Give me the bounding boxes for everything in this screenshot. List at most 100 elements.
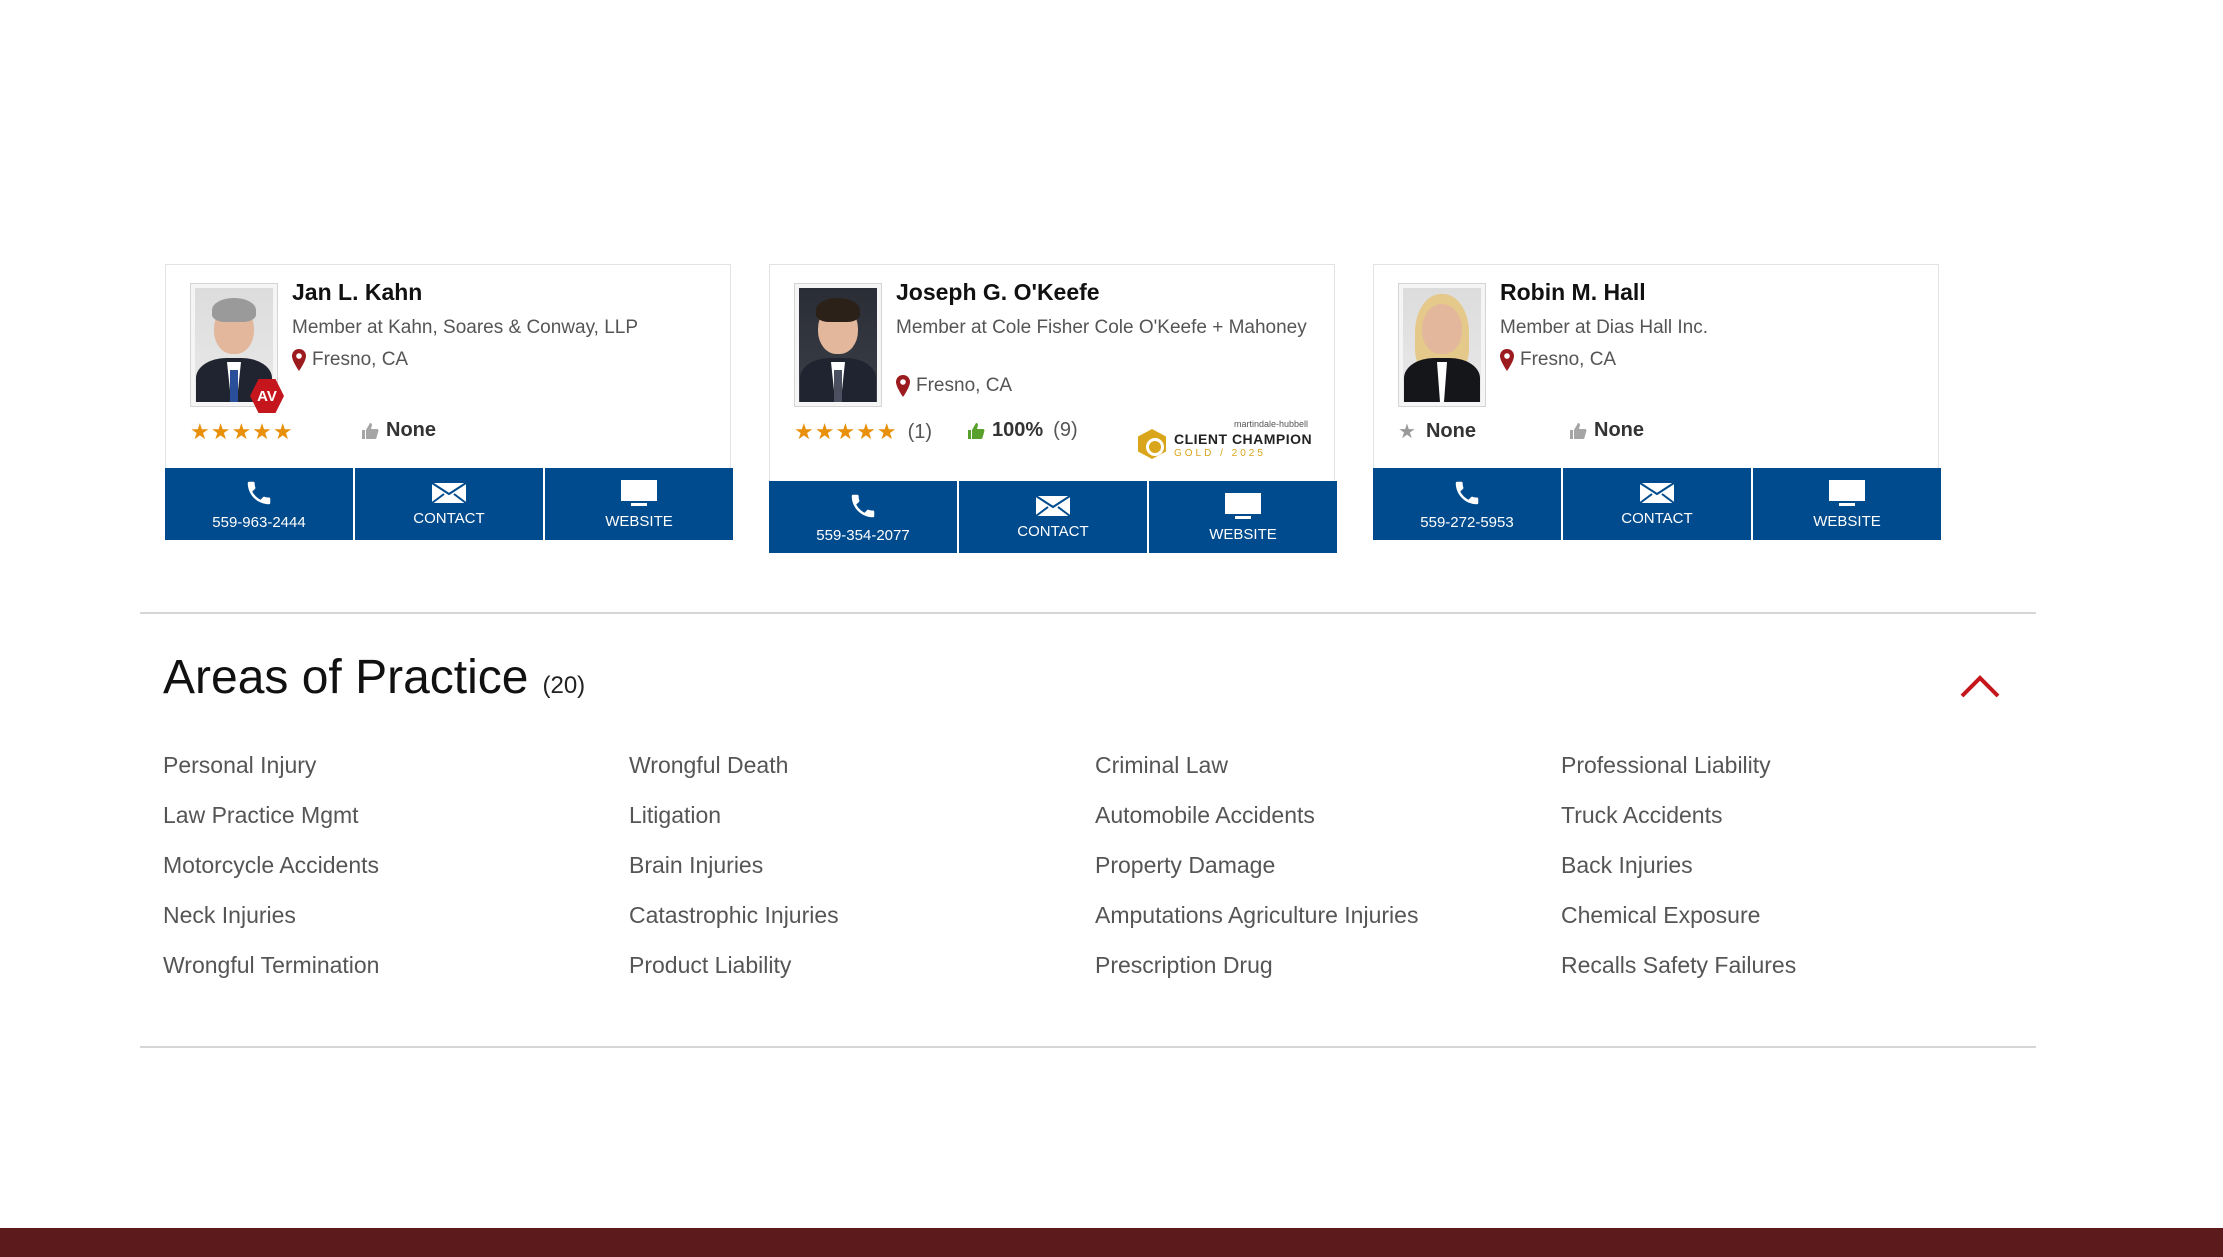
contact-button[interactable]: CONTACT — [1563, 468, 1753, 540]
peer-review[interactable]: 100% (9) — [966, 419, 1078, 442]
practice-area-item: Back Injuries — [1561, 852, 1693, 878]
contact-label: CONTACT — [413, 509, 485, 527]
location-text: Fresno, CA — [312, 349, 409, 370]
client-rating-value[interactable]: None — [1426, 420, 1476, 443]
practice-area-item: Property Damage — [1095, 852, 1276, 878]
lawyer-location: Fresno, CA — [292, 349, 408, 371]
contact-label: CONTACT — [1017, 522, 1089, 540]
practice-area-item: Motorcycle Accidents — [163, 852, 380, 878]
location-text: Fresno, CA — [1520, 349, 1617, 370]
lawyer-location: Fresno, CA — [896, 375, 1012, 397]
contact-button[interactable]: CONTACT — [959, 481, 1149, 553]
section-divider — [140, 1046, 2036, 1048]
location-text: Fresno, CA — [916, 375, 1013, 396]
practice-area-item: Prescription Drug — [1095, 952, 1273, 978]
practice-area-item: Brain Injuries — [629, 852, 764, 878]
lawyer-position: Member at Cole Fisher Cole O'Keefe + Mah… — [896, 317, 1307, 338]
website-button[interactable]: WEBSITE — [1149, 481, 1337, 553]
practice-area-item: Catastrophic Injuries — [629, 902, 839, 928]
practice-area-item: Professional Liability — [1561, 752, 1771, 778]
card-actions: 559-272-5953 CONTACT WEBSITE — [1373, 468, 1941, 540]
lawyer-location: Fresno, CA — [1500, 349, 1616, 371]
section-divider — [140, 612, 2036, 614]
envelope-icon — [1035, 494, 1071, 517]
lawyer-position: Member at Kahn, Soares & Conway, LLP — [292, 317, 639, 338]
practice-area-item: Litigation — [629, 802, 722, 828]
practice-area-item: Wrongful Termination — [163, 952, 380, 978]
peer-review[interactable]: None — [1568, 419, 1644, 442]
lawyer-photo[interactable] — [794, 283, 882, 407]
rating-row: ★ None None — [1398, 419, 1644, 444]
page: AV Jan L. Kahn Member at Kahn, Soares & … — [0, 0, 2223, 1257]
practice-area-item: Truck Accidents — [1561, 802, 1723, 828]
peer-review-value: None — [1594, 419, 1644, 441]
phone-number: 559-963-2444 — [212, 513, 306, 531]
lawyer-name[interactable]: Jan L. Kahn — [292, 279, 422, 306]
practice-areas-count: (20) — [542, 672, 586, 699]
call-button[interactable]: 559-354-2077 — [769, 481, 959, 553]
thumbs-up-icon — [1570, 422, 1587, 439]
location-pin-icon — [896, 375, 910, 397]
review-count[interactable]: (1) — [908, 421, 932, 444]
practice-area-item: Recalls Safety Failures — [1561, 952, 1797, 978]
location-pin-icon — [292, 349, 306, 371]
lawyer-photo[interactable] — [1398, 283, 1486, 407]
lawyer-name[interactable]: Robin M. Hall — [1500, 279, 1646, 306]
peer-review-percent: 100% — [992, 419, 1044, 441]
practice-area-item: Criminal Law — [1095, 752, 1228, 778]
practice-area-item: Automobile Accidents — [1095, 802, 1315, 828]
monitor-icon — [1829, 479, 1865, 506]
practice-area-item: Personal Injury — [163, 752, 317, 778]
practice-area-item: Neck Injuries — [163, 902, 296, 928]
website-button[interactable]: WEBSITE — [1753, 468, 1941, 540]
website-label: WEBSITE — [1209, 525, 1277, 543]
award-brand: martindale-hubbell — [1234, 419, 1309, 429]
peer-review-value: None — [386, 419, 436, 441]
envelope-icon — [431, 481, 467, 504]
collapse-toggle[interactable] — [1958, 670, 2002, 702]
phone-icon — [247, 481, 271, 504]
footer-bar — [0, 1228, 2223, 1257]
contact-button[interactable]: CONTACT — [355, 468, 545, 540]
thumbs-up-icon — [362, 422, 379, 439]
phone-number: 559-354-2077 — [816, 526, 910, 544]
star-icon: ★ — [1398, 421, 1416, 443]
rating-row: ★★★★★ (1) 100% (9) — [794, 419, 1078, 445]
practice-areas-list: Personal Injury Wrongful Death Criminal La… — [163, 740, 2023, 990]
monitor-icon — [1225, 492, 1261, 519]
practice-area-item: Product Liability — [629, 952, 792, 978]
call-button[interactable]: 559-272-5953 — [1373, 468, 1563, 540]
practice-areas-header: Areas of Practice (20) — [163, 650, 585, 705]
envelope-icon — [1639, 481, 1675, 504]
peer-review-count: (9) — [1053, 419, 1078, 441]
practice-areas-title: Areas of Practice — [163, 651, 529, 704]
award-title: CLIENT CHAMPION — [1174, 431, 1313, 447]
award-logo-icon — [1138, 429, 1166, 459]
practice-area-item: Chemical Exposure — [1561, 902, 1761, 928]
chevron-up-icon — [1960, 675, 2000, 698]
phone-number: 559-272-5953 — [1420, 513, 1514, 531]
award-subtitle: GOLD / 2025 — [1174, 448, 1266, 459]
client-rating-stars[interactable]: ★★★★★ — [190, 419, 294, 445]
website-label: WEBSITE — [605, 512, 673, 530]
client-champion-award: martindale-hubbell CLIENT CHAMPION GOLD … — [1138, 419, 1318, 461]
phone-icon — [1455, 481, 1479, 504]
lawyer-card: Robin M. Hall Member at Dias Hall Inc. F… — [1373, 264, 1941, 540]
rating-row: ★★★★★ None — [190, 419, 436, 445]
lawyer-card: AV Jan L. Kahn Member at Kahn, Soares & … — [165, 264, 733, 540]
client-rating-stars[interactable]: ★★★★★ — [794, 419, 898, 445]
location-pin-icon — [1500, 349, 1514, 371]
card-actions: 559-963-2444 CONTACT WEBSITE — [165, 468, 733, 540]
call-button[interactable]: 559-963-2444 — [165, 468, 355, 540]
thumbs-up-icon — [968, 422, 985, 439]
practice-area-item: Amputations Agriculture Injuries — [1095, 902, 1419, 928]
lawyer-name[interactable]: Joseph G. O'Keefe — [896, 279, 1100, 306]
lawyer-card: Joseph G. O'Keefe Member at Cole Fisher … — [769, 264, 1337, 553]
website-button[interactable]: WEBSITE — [545, 468, 733, 540]
website-label: WEBSITE — [1813, 512, 1881, 530]
practice-area-item: Law Practice Mgmt — [163, 802, 359, 828]
monitor-icon — [621, 479, 657, 506]
practice-area-item: Wrongful Death — [629, 752, 789, 778]
peer-review[interactable]: None — [360, 419, 436, 442]
lawyer-position: Member at Dias Hall Inc. — [1500, 317, 1709, 338]
